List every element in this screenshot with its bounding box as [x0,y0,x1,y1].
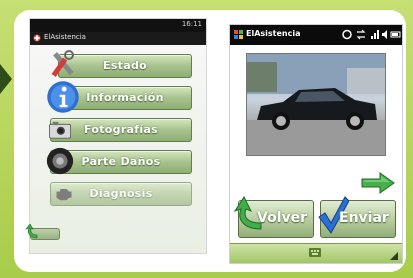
diagnosis-label: Diagnosis [89,187,153,200]
diagnosis-button[interactable]: Diagnosis [50,182,192,206]
signal-icon [371,30,379,39]
fotografias-label: Fotografías [84,123,158,136]
car-image [247,54,385,155]
next-arrow-icon[interactable] [360,171,396,195]
battery-icon [390,31,401,38]
informacion-button[interactable]: Información [47,81,192,113]
fotografias-button[interactable]: Fotografías [49,118,192,142]
windows-flag-icon [234,30,243,39]
parte-danos-label: Parte Daños [81,155,161,168]
enviar-button[interactable]: Enviar [318,196,396,238]
back-arrow-icon [25,224,38,239]
app-title: ElAsistencia [44,33,86,41]
app-title: ElAsistencia [246,29,301,38]
app-icon [33,34,41,42]
informacion-label: Información [86,91,164,104]
android-menu-screen: 16:11 ElAsistencia Estado Información Fo… [29,18,207,254]
status-bar: 16:11 [30,19,206,32]
enviar-label: Enviar [339,210,389,226]
left-pointer-icon [0,64,12,94]
menu-area: Estado Información Fotografías Parte Dañ… [30,45,206,253]
estado-button[interactable]: Estado [51,50,192,78]
estado-label: Estado [103,59,147,72]
home-button[interactable] [25,224,60,240]
status-time: 16:11 [181,20,202,28]
volver-button[interactable]: Volver [233,195,314,238]
app-title-bar: ElAsistencia [30,32,206,45]
windows-mobile-photo-screen: ElAsistencia Volver Enviar [229,24,403,264]
car-photo [246,53,386,156]
keyboard-icon[interactable] [309,248,321,257]
transfer-icon [356,29,366,40]
resize-corner-icon [390,252,398,260]
volver-label: Volver [257,210,308,226]
title-bar: ElAsistencia [230,25,402,45]
parte-danos-button[interactable]: Parte Daños [46,147,192,175]
sync-icon [342,29,352,40]
bottom-bar [230,243,402,263]
